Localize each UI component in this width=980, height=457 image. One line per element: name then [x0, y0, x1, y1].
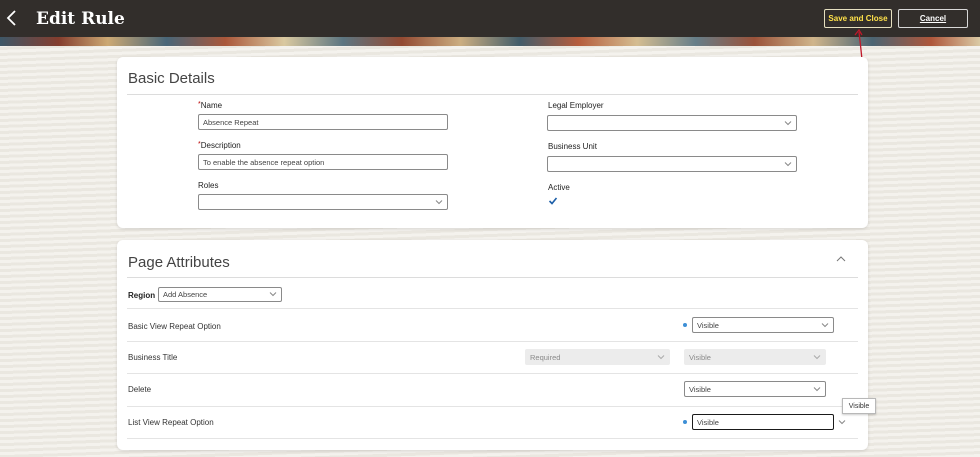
- page-title: Edit Rule: [36, 9, 125, 29]
- description-input[interactable]: To enable the absence repeat option: [198, 154, 448, 170]
- roles-label: Roles: [198, 181, 219, 190]
- divider: [127, 438, 858, 439]
- chevron-down-icon: [838, 420, 846, 425]
- chevron-down-icon: [435, 200, 443, 205]
- roles-select[interactable]: [198, 194, 448, 210]
- description-label-text: Description: [200, 141, 241, 150]
- chevron-down-icon: [813, 355, 821, 360]
- description-label: *Description: [198, 141, 241, 150]
- attribute-row-label: List View Repeat Option: [128, 418, 214, 427]
- visibility-select[interactable]: Visible: [692, 317, 834, 333]
- basic-details-title: Basic Details: [128, 70, 215, 87]
- legal-employer-label: Legal Employer: [548, 101, 604, 110]
- divider: [127, 94, 858, 95]
- tooltip: Visible: [842, 398, 876, 414]
- region-label: Region: [128, 291, 156, 300]
- requirement-value: Required: [530, 353, 561, 362]
- visibility-value: Visible: [697, 418, 719, 427]
- visibility-value: Visible: [697, 321, 719, 330]
- legal-employer-select[interactable]: [547, 115, 797, 131]
- chevron-down-icon: [813, 387, 821, 392]
- divider: [127, 406, 858, 407]
- annotation-arrow-icon: [854, 28, 863, 61]
- visibility-value: Visible: [689, 385, 711, 394]
- active-checkbox[interactable]: [548, 196, 558, 206]
- chevron-down-icon: [657, 355, 665, 360]
- business-unit-label: Business Unit: [548, 142, 597, 151]
- visibility-select-focused[interactable]: Visible: [692, 414, 846, 430]
- save-and-close-button[interactable]: Save and Close: [824, 9, 892, 28]
- divider: [127, 373, 858, 374]
- region-value: Add Absence: [163, 290, 208, 299]
- attribute-row-label: Delete: [128, 385, 152, 394]
- attribute-row-label: Basic View Repeat Option: [128, 322, 221, 331]
- chevron-down-icon: [784, 121, 792, 126]
- divider: [127, 341, 858, 342]
- chevron-down-icon: [269, 292, 277, 297]
- cancel-button[interactable]: Cancel: [898, 9, 968, 28]
- app-header: Edit Rule Save and Close Cancel: [0, 0, 980, 37]
- visibility-select[interactable]: Visible: [684, 381, 826, 397]
- name-label-text: Name: [200, 101, 223, 110]
- decorative-banner: [0, 37, 980, 46]
- visibility-value: Visible: [689, 353, 711, 362]
- page-attributes-card: Page Attributes Region Add Absence Basic…: [117, 240, 868, 450]
- region-select[interactable]: Add Absence: [158, 287, 282, 302]
- visibility-select: Visible: [684, 349, 826, 365]
- active-label: Active: [548, 183, 570, 192]
- name-label: *Name: [198, 101, 222, 110]
- divider: [127, 277, 858, 278]
- chevron-down-icon: [784, 162, 792, 167]
- name-input[interactable]: Absence Repeat: [198, 114, 448, 130]
- requirement-select: Required: [525, 349, 670, 365]
- basic-details-card: Basic Details *Name Absence Repeat *Desc…: [117, 57, 868, 228]
- page-attributes-title: Page Attributes: [128, 254, 230, 271]
- divider: [127, 308, 858, 309]
- chevron-up-icon[interactable]: [836, 255, 846, 263]
- changed-indicator-dot: [683, 420, 687, 424]
- attribute-row-label: Business Title: [128, 353, 178, 362]
- business-unit-select[interactable]: [547, 156, 797, 172]
- changed-indicator-dot: [683, 323, 687, 327]
- chevron-down-icon: [821, 323, 829, 328]
- back-arrow-icon[interactable]: [5, 9, 19, 27]
